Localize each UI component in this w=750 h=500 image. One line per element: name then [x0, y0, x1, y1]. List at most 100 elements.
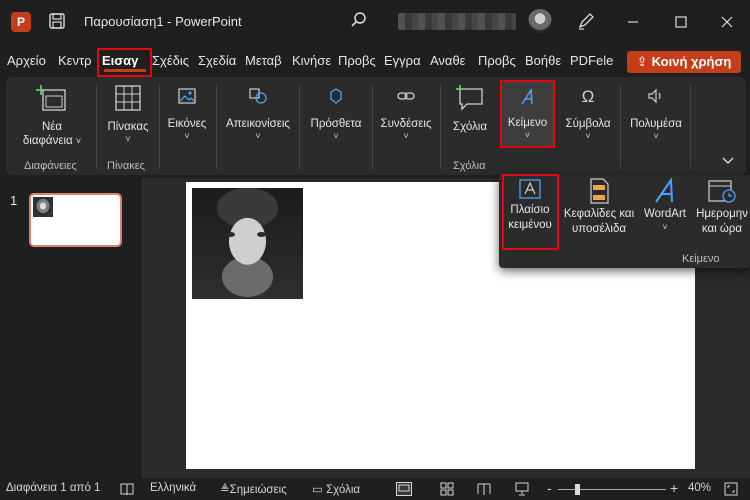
tab-help[interactable]: Βοήθε: [525, 50, 563, 72]
wordart-label: WordArt: [644, 208, 686, 220]
chevron-down-icon: ˅: [662, 222, 668, 232]
tab-slideshow[interactable]: Προβς: [338, 50, 378, 72]
tab-draw[interactable]: Σχέδις: [152, 50, 192, 72]
comment-icon: [456, 85, 483, 111]
user-name-blurred: [398, 13, 516, 30]
ribbon-separator: [690, 85, 691, 169]
tab-record[interactable]: Εγγρα: [384, 50, 424, 72]
ribbon-collapse-icon[interactable]: [720, 152, 736, 168]
close-icon[interactable]: [716, 11, 738, 33]
wordart-button[interactable]: WordArt ˅: [640, 178, 690, 232]
links-button[interactable]: Συνδέσεις ˅: [376, 88, 436, 141]
addins-icon: [330, 88, 342, 104]
photo-detail: [226, 232, 235, 237]
search-icon[interactable]: [349, 10, 369, 30]
tab-home[interactable]: Κεντρ: [58, 50, 97, 72]
tab-pdfelement[interactable]: PDFele: [570, 50, 614, 72]
group-label-tables: Πίνακες: [107, 160, 145, 172]
new-slide-label-2: διαφάνεια ˅: [14, 134, 90, 148]
speaker-icon: [648, 88, 661, 104]
table-icon: [115, 85, 141, 111]
share-icon: ⇪: [636, 54, 648, 69]
header-footer-button[interactable]: Κεφαλίδες και υποσέλιδα: [561, 178, 637, 237]
tab-animations[interactable]: Κινήσε: [292, 50, 332, 72]
new-slide-button[interactable]: Νέα διαφάνεια ˅: [14, 84, 90, 148]
chevron-down-icon: ˅: [75, 136, 82, 146]
illustrations-button[interactable]: Απεικονίσεις ˅: [220, 88, 296, 141]
slide-counter: Διαφάνεια 1 από 1: [6, 482, 101, 494]
notes-button[interactable]: ≜Σημειώσεις: [220, 482, 287, 496]
wordart-icon: [655, 178, 673, 203]
chevron-down-icon: ˅: [125, 134, 131, 144]
slideshow-icon[interactable]: [515, 482, 529, 496]
reading-view-icon[interactable]: [477, 482, 491, 496]
addins-label: Πρόσθετα: [310, 118, 362, 130]
ribbon-separator: [620, 85, 621, 169]
new-slide-icon: [36, 85, 66, 111]
slide-photo[interactable]: [192, 188, 303, 299]
tab-transitions[interactable]: Μεταβ: [245, 50, 286, 72]
pen-icon[interactable]: [576, 11, 596, 31]
omega-icon: Ω: [581, 87, 595, 106]
new-slide-label-1: Νέα: [41, 121, 63, 133]
notes-label: Σημειώσεις: [229, 484, 287, 496]
datetime-label-2: και ώρα: [701, 223, 743, 235]
header-footer-icon: [590, 178, 609, 204]
text-button-highlight: [500, 80, 555, 148]
new-slide-label-2-text: διαφάνεια: [22, 135, 73, 147]
notes-icon: ≜: [220, 484, 230, 496]
link-icon: [397, 92, 415, 100]
zoom-level[interactable]: 40%: [688, 482, 711, 494]
chevron-down-icon: ˅: [255, 131, 261, 141]
ribbon-separator: [216, 85, 217, 169]
ribbon-separator: [440, 85, 441, 169]
tab-design[interactable]: Σχεδία: [198, 50, 239, 72]
language-status[interactable]: Ελληνικά: [150, 482, 196, 494]
slide-sorter-icon[interactable]: [440, 482, 454, 496]
group-label-comments: Σχόλια: [453, 160, 486, 172]
spellcheck-icon[interactable]: [120, 482, 134, 496]
normal-view-icon[interactable]: [396, 482, 412, 496]
share-label: Κοινή χρήση: [651, 54, 732, 69]
comments-label: Σχόλια: [326, 484, 361, 496]
zoom-in-button[interactable]: +: [670, 480, 678, 496]
calendar-clock-icon: [708, 180, 736, 203]
comment-icon: ▭: [312, 484, 323, 496]
tab-file[interactable]: Αρχείο: [7, 50, 52, 72]
minimize-icon[interactable]: [622, 11, 644, 33]
table-button[interactable]: Πίνακας ˅: [100, 84, 156, 144]
media-label: Πολυμέσα: [630, 118, 682, 130]
chevron-down-icon: ˅: [403, 131, 409, 141]
ribbon-separator: [299, 85, 300, 169]
symbols-button[interactable]: Ω Σύμβολα ˅: [560, 87, 616, 142]
zoom-out-button[interactable]: -: [547, 480, 552, 496]
comment-button[interactable]: Σχόλια: [444, 84, 496, 134]
zoom-slider-thumb[interactable]: [575, 484, 580, 495]
datetime-button[interactable]: Ημερομην και ώρα: [694, 178, 750, 237]
chevron-down-icon: ˅: [333, 131, 339, 141]
photo-detail: [257, 232, 266, 237]
thumbnail-photo: [33, 197, 53, 217]
addins-button[interactable]: Πρόσθετα ˅: [303, 88, 369, 141]
group-label-slides: Διαφάνειες: [24, 160, 77, 172]
images-button[interactable]: Εικόνες ˅: [164, 88, 210, 141]
media-button[interactable]: Πολυμέσα ˅: [624, 88, 688, 141]
document-title: Παρουσίαση1 - PowerPoint: [84, 14, 242, 29]
images-label: Εικόνες: [167, 118, 207, 130]
avatar[interactable]: [528, 9, 552, 33]
chevron-down-icon: ˅: [653, 131, 659, 141]
shapes-icon: [249, 88, 267, 104]
chevron-down-icon: ˅: [184, 131, 190, 141]
comment-label: Σχόλια: [453, 121, 487, 133]
save-icon[interactable]: [48, 12, 66, 30]
powerpoint-logo-icon: P: [11, 12, 31, 32]
tab-review[interactable]: Αναθε: [430, 50, 471, 72]
header-footer-label-1: Κεφαλίδες και: [563, 208, 635, 220]
tab-view[interactable]: Προβς: [478, 50, 518, 72]
fit-to-window-icon[interactable]: [724, 482, 738, 496]
share-button[interactable]: ⇪ Κοινή χρήση: [627, 51, 741, 73]
links-label: Συνδέσεις: [380, 118, 432, 130]
chevron-down-icon: ˅: [585, 131, 591, 141]
maximize-icon[interactable]: [670, 11, 692, 33]
comments-button[interactable]: ▭ Σχόλια: [312, 482, 360, 496]
